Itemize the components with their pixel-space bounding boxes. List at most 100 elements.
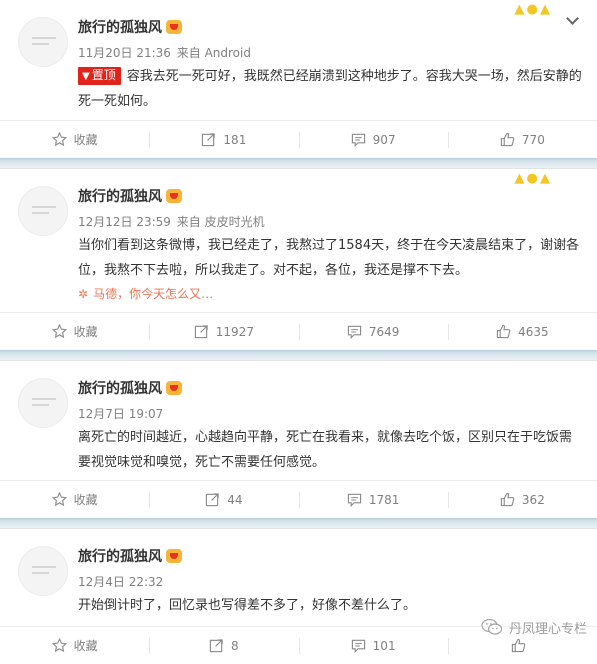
- avatar[interactable]: [18, 17, 68, 67]
- author-name[interactable]: 旅行的孤独风: [78, 186, 182, 206]
- star-icon: [51, 324, 67, 339]
- author-name-text[interactable]: 旅行的孤独风: [78, 549, 162, 565]
- repost-preview-text[interactable]: 马德，你今天怎么又…: [93, 287, 213, 301]
- post-date[interactable]: 12月7日 19:07: [78, 407, 163, 421]
- thumbs-up-icon: [496, 324, 511, 339]
- comment-button[interactable]: 1781: [298, 481, 448, 518]
- asterisk-icon: ✲: [78, 287, 89, 301]
- comment-count: 101: [372, 638, 396, 653]
- repost-count: 11927: [215, 324, 254, 339]
- author-name[interactable]: 旅行的孤独风: [78, 378, 182, 398]
- repost-icon: [194, 325, 208, 339]
- vip-badge-icon: [166, 549, 182, 563]
- post-date[interactable]: 11月20日 21:36: [78, 46, 171, 60]
- comment-button[interactable]: 101: [298, 627, 448, 664]
- pinned-badge: ▼ 置顶: [78, 67, 121, 85]
- watermark: 丹凤理心专栏: [480, 616, 587, 638]
- repost-preview[interactable]: ✲ 马德，你今天怎么又…: [78, 285, 213, 302]
- repost-button[interactable]: 181: [149, 121, 298, 158]
- favorite-button[interactable]: 收藏: [0, 627, 149, 664]
- avatar[interactable]: [18, 186, 68, 236]
- post-separator: [0, 518, 597, 529]
- repost-button[interactable]: 8: [149, 627, 298, 664]
- like-button[interactable]: 362: [447, 481, 597, 518]
- weibo-post: ▲ ● ▲ 旅行的孤独风 11月20日 21:36 来自 Android ▼ 置顶…: [0, 0, 597, 158]
- repost-button[interactable]: 44: [149, 481, 298, 518]
- post-date[interactable]: 12月4日 22:32: [78, 575, 163, 589]
- post-source: 来自 皮皮时光机: [176, 215, 265, 229]
- pinned-label: 置顶: [91, 68, 116, 82]
- post-text: ▼ 置顶 容我去死一死可好，我既然已经崩溃到这种地步了。容我大哭一场，然后安静的死一…: [78, 64, 584, 114]
- favorite-label: 收藏: [73, 325, 98, 339]
- like-count: 4635: [518, 324, 549, 339]
- like-count: 770: [521, 132, 545, 147]
- favorite-button[interactable]: 收藏: [0, 121, 149, 158]
- post-separator: [0, 350, 597, 361]
- post-text: 离死亡的时间越近，心越趋向平静，死亡在我看来，就像去吃个饭，区别只在于吃饭需要视…: [78, 425, 584, 475]
- post-body: 当你们看到这条微博，我已经走了，我熬过了1584天，终于在今天凌晨结束了，谢谢各…: [78, 238, 580, 278]
- post-meta: 11月20日 21:36 来自 Android: [78, 44, 251, 61]
- action-bar: 收藏 44 1781 362: [0, 480, 597, 518]
- avatar[interactable]: [18, 546, 68, 596]
- post-meta: 12月7日 19:07: [78, 405, 163, 422]
- favorite-button[interactable]: 收藏: [0, 313, 149, 350]
- post-body: 开始倒计时了，回忆录也写得差不多了，好像不差什么了。: [78, 598, 417, 613]
- weibo-post: 旅行的孤独风 12月4日 22:32 开始倒计时了，回忆录也写得差不多了，好像不…: [0, 529, 597, 664]
- thumbs-up-icon: [512, 638, 526, 653]
- post-text: 开始倒计时了，回忆录也写得差不多了，好像不差什么了。: [78, 593, 584, 618]
- watermark-text: 丹凤理心专栏: [508, 621, 587, 637]
- repost-icon: [209, 639, 223, 653]
- pin-icon: ▼: [82, 71, 90, 82]
- wechat-logo-icon: [481, 618, 503, 635]
- comment-button[interactable]: 907: [298, 121, 448, 158]
- comment-icon: [347, 493, 361, 507]
- favorite-label: 收藏: [73, 639, 98, 653]
- avatar[interactable]: [18, 378, 68, 428]
- comment-count: 7649: [368, 324, 400, 339]
- star-icon: [51, 492, 67, 507]
- favorite-button[interactable]: 收藏: [0, 481, 149, 518]
- comment-count: 907: [372, 132, 396, 147]
- vip-badge-icon: [166, 381, 182, 395]
- thumbs-up-icon: [500, 492, 515, 507]
- post-meta: 12月12日 23:59 来自 皮皮时光机: [78, 213, 265, 230]
- chevron-down-icon[interactable]: [566, 12, 579, 25]
- vip-badge-icon: [166, 189, 182, 203]
- thumbs-up-icon: [500, 132, 515, 147]
- comment-count: 1781: [368, 492, 400, 507]
- repost-count: 44: [227, 492, 243, 507]
- crown-icon: ▲ ● ▲: [514, 2, 550, 17]
- author-name-text[interactable]: 旅行的孤独风: [78, 381, 162, 397]
- action-bar: 收藏 181 907 770: [0, 120, 597, 158]
- post-body: 容我去死一死可好，我既然已经崩溃到这种地步了。容我大哭一场，然后安静的死一死如何…: [78, 69, 582, 109]
- post-source: 来自 Android: [176, 46, 251, 60]
- post-separator: [0, 158, 597, 169]
- author-name-text[interactable]: 旅行的孤独风: [78, 189, 162, 205]
- author-name[interactable]: 旅行的孤独风: [78, 546, 182, 566]
- favorite-label: 收藏: [73, 133, 98, 147]
- weibo-post: ▲ ● ▲ 旅行的孤独风 12月12日 23:59 来自 皮皮时光机 当你们看到…: [0, 169, 597, 350]
- author-name[interactable]: 旅行的孤独风: [78, 17, 182, 37]
- repost-icon: [202, 133, 216, 147]
- crown-icon: ▲ ● ▲: [514, 171, 550, 186]
- repost-count: 8: [231, 638, 239, 653]
- comment-icon: [351, 133, 365, 147]
- like-count: 362: [521, 492, 545, 507]
- favorite-label: 收藏: [73, 493, 98, 507]
- vip-badge-icon: [166, 20, 182, 34]
- repost-button[interactable]: 11927: [149, 313, 298, 350]
- weibo-post: 旅行的孤独风 12月7日 19:07 离死亡的时间越近，心越趋向平静，死亡在我看…: [0, 361, 597, 518]
- like-button[interactable]: 4635: [447, 313, 597, 350]
- post-meta: 12月4日 22:32: [78, 573, 163, 590]
- like-button[interactable]: 770: [447, 121, 597, 158]
- star-icon: [51, 132, 67, 147]
- action-bar: 收藏 11927 7649 4635: [0, 312, 597, 350]
- post-date[interactable]: 12月12日 23:59: [78, 215, 171, 229]
- repost-count: 181: [223, 132, 247, 147]
- comment-button[interactable]: 7649: [298, 313, 448, 350]
- repost-icon: [206, 493, 219, 507]
- star-icon: [51, 638, 67, 653]
- author-name-text[interactable]: 旅行的孤独风: [78, 20, 162, 36]
- comment-icon: [347, 325, 361, 339]
- post-text: 当你们看到这条微博，我已经走了，我熬过了1584天，终于在今天凌晨结束了，谢谢各…: [78, 233, 584, 283]
